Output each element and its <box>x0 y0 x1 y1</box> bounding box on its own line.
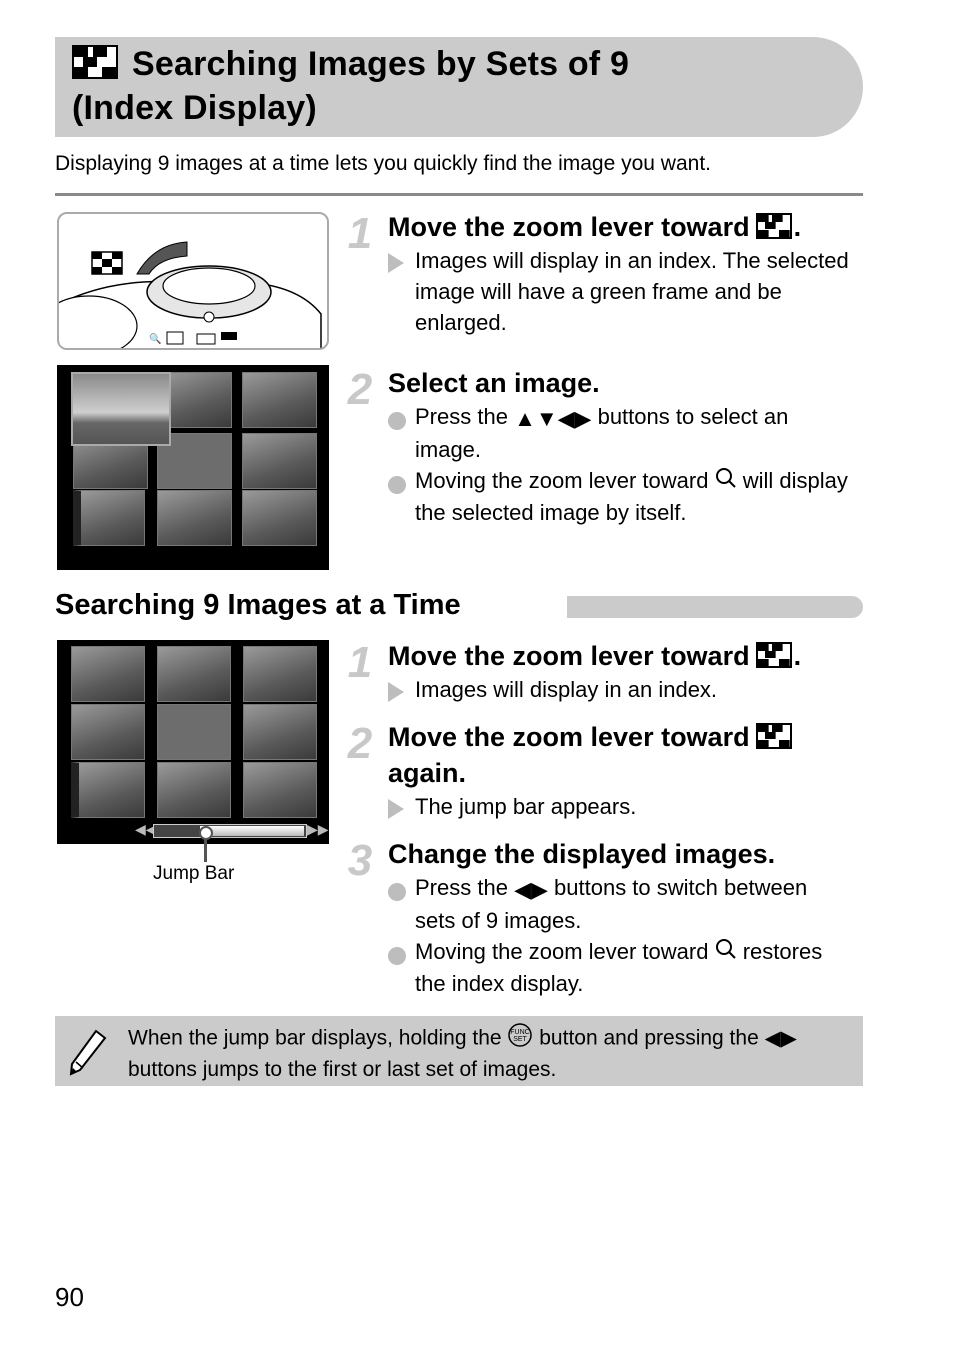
step-1: Move the zoom lever toward. Images will … <box>388 638 858 705</box>
step-1: Move the zoom lever toward. Images will … <box>388 209 858 338</box>
bullet-icon <box>388 946 406 965</box>
title-line-2: (Index Display) <box>72 89 317 127</box>
thumbnail[interactable] <box>157 762 231 818</box>
thumbnail[interactable] <box>71 704 145 760</box>
result-arrow-icon <box>388 253 404 273</box>
jump-bar-knob <box>199 826 213 840</box>
step-heading: Move the zoom lever toward. <box>388 212 802 242</box>
step-2: Move the zoom lever toward again. The ju… <box>388 719 858 822</box>
index-display-icon <box>755 642 792 668</box>
pencil-icon <box>68 1028 108 1081</box>
step-number: 3 <box>347 836 373 885</box>
thumbnail[interactable] <box>242 433 317 489</box>
step-number: 2 <box>347 365 373 414</box>
intro-text: Displaying 9 images at a time lets you q… <box>55 152 711 175</box>
section-heading: Searching 9 Images at a Time <box>55 589 461 621</box>
thumbnail[interactable] <box>157 704 231 760</box>
index-display-screen-jumpbar: ◀◀ ▶▶ <box>57 640 329 844</box>
index-display-icon <box>72 45 118 79</box>
thumbnail[interactable] <box>242 490 317 546</box>
thumbnail[interactable] <box>71 646 145 702</box>
step-heading: Move the zoom lever toward <box>388 719 858 755</box>
jump-bar[interactable] <box>153 824 307 838</box>
step-2: Select an image. Press the ▲▼◀▶ buttons … <box>388 365 858 528</box>
index-display-icon <box>755 723 792 749</box>
svg-text:FUNC: FUNC <box>511 1029 530 1036</box>
divider <box>55 193 863 196</box>
step-number: 1 <box>347 209 373 258</box>
thumbnail[interactable] <box>243 704 317 760</box>
title-line-1: Searching Images by Sets of 9 <box>132 45 630 83</box>
bullet-item: Moving the zoom lever toward will displa… <box>388 465 858 529</box>
section-heading-bar <box>567 596 863 618</box>
result-arrow-icon <box>388 799 404 819</box>
thumbnail[interactable] <box>157 490 232 546</box>
magnify-icon <box>715 466 737 497</box>
svg-text:🔍: 🔍 <box>149 332 161 345</box>
jump-bar-label: Jump Bar <box>153 863 235 884</box>
svg-text:SET: SET <box>514 1036 528 1043</box>
jump-last-icon[interactable]: ▶▶ <box>307 821 329 838</box>
result-arrow-icon <box>388 682 404 702</box>
step-heading-line2: again. <box>388 758 467 788</box>
thumbnail-selected[interactable] <box>71 372 171 446</box>
step-3: Change the displayed images. Press the ◀… <box>388 836 863 999</box>
thumbnail-movie[interactable] <box>71 762 145 818</box>
index-display-icon <box>755 213 792 239</box>
bullet-item: Moving the zoom lever toward restores the… <box>388 936 863 1000</box>
result-item: Images will display in an index. <box>388 674 858 705</box>
result-item: The jump bar appears. <box>388 791 858 822</box>
step-number: 2 <box>347 719 373 768</box>
func-set-button-icon: FUNC SET <box>507 1022 533 1056</box>
step-heading: Move the zoom lever toward. <box>388 641 802 671</box>
thumbnail[interactable] <box>157 646 231 702</box>
step-heading: Select an image. <box>388 368 600 398</box>
thumbnail[interactable] <box>243 646 317 702</box>
index-display-screen <box>57 365 329 570</box>
result-item: Images will display in an index. The sel… <box>388 245 858 338</box>
jump-bar-fill <box>199 826 304 836</box>
thumbnail[interactable] <box>243 762 317 818</box>
note-text: When the jump bar displays, holding the … <box>128 1022 797 1084</box>
thumbnail-movie[interactable] <box>73 490 145 546</box>
bullet-item: Press the ◀▶ buttons to switch between se… <box>388 872 863 936</box>
step-heading: Change the displayed images. <box>388 839 776 869</box>
bullet-icon <box>388 475 406 494</box>
page-title: Searching Images by Sets of 9 (Index Dis… <box>72 42 629 130</box>
thumbnail[interactable] <box>242 372 317 428</box>
camera-zoom-lever-illustration: 🔍 <box>57 212 329 350</box>
up-down-left-right-arrows-icon: ▲▼◀▶ <box>514 405 592 431</box>
bullet-icon <box>388 883 406 901</box>
bullet-item: Press the ▲▼◀▶ buttons to select an imag… <box>388 401 858 465</box>
index-display-icon <box>91 251 123 275</box>
left-right-arrows-icon: ◀▶ <box>764 1027 797 1050</box>
page-number: 90 <box>55 1282 84 1312</box>
left-right-arrows-icon: ◀▶ <box>514 876 548 902</box>
magnify-icon <box>715 937 737 968</box>
step-number: 1 <box>347 638 373 687</box>
bullet-icon <box>388 412 406 430</box>
